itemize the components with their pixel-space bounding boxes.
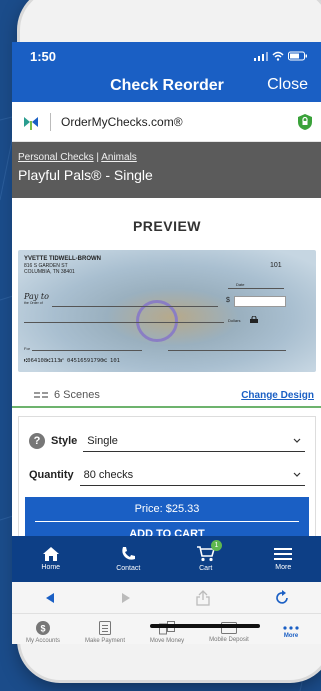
page-title: Check Reorder — [110, 77, 224, 94]
check-preview-image[interactable]: YVETTE TIDWELL-BROWN 816 S GARDEN ST COL… — [18, 250, 316, 372]
browser-toolbar — [12, 582, 321, 614]
check-micr-line: ⑆064108⑆113⑈ 04516591790⑆ 101 — [24, 358, 120, 364]
menu-icon — [274, 548, 293, 560]
check-date-line — [228, 288, 284, 289]
tab-my-accounts-label: My Accounts — [25, 637, 60, 644]
check-pay-to-sub: the Order of — [24, 301, 43, 305]
nav-bar: Check Reorder Close — [12, 70, 321, 102]
tab-mobile-deposit-label: Mobile Deposit — [209, 636, 249, 643]
change-design-link[interactable]: Change Design — [241, 390, 314, 401]
app-tab-bar: $ My Accounts Make Payment Move Money Mo… — [12, 614, 321, 644]
tab-more-label: More — [275, 564, 292, 571]
scenes-count: 6 Scenes — [20, 389, 100, 401]
brand-bar: OrderMyChecks.com® — [12, 102, 321, 142]
tab-my-accounts[interactable]: $ My Accounts — [12, 614, 74, 644]
tab-more-app-label: More — [283, 632, 299, 639]
share-icon[interactable] — [196, 589, 210, 606]
tab-mobile-deposit[interactable]: Mobile Deposit — [198, 614, 260, 644]
accounts-icon: $ — [36, 620, 50, 635]
style-value: Single — [87, 434, 118, 447]
breadcrumb-separator: | — [96, 152, 99, 163]
check-number: 101 — [270, 262, 282, 269]
status-bar: 1:50 — [12, 42, 321, 70]
tab-home-label: Home — [41, 564, 61, 571]
reload-icon[interactable] — [274, 589, 290, 606]
tab-move-money-label: Move Money — [149, 637, 185, 644]
status-icons — [254, 51, 308, 61]
check-pay-to: Pay to — [24, 292, 49, 301]
brand-logo[interactable]: OrderMyChecks.com® — [22, 112, 183, 131]
ordermychecks-logo-icon — [24, 116, 38, 130]
check-payee-line — [52, 306, 218, 307]
battery-icon — [288, 51, 307, 61]
bottom-tab-bar: Home Contact 1 Cart More — [12, 536, 321, 582]
check-dollars-line — [24, 322, 224, 323]
check-memo-line — [32, 350, 142, 351]
back-arrow-icon[interactable] — [44, 592, 56, 604]
close-button[interactable]: Close — [267, 76, 308, 94]
brand-separator — [50, 112, 51, 131]
breadcrumb: Personal Checks | Animals — [18, 152, 316, 163]
tab-more[interactable]: More — [245, 536, 321, 582]
style-label: Style — [51, 435, 78, 447]
check-address-line2: COLUMBIA, TN 38401 — [24, 269, 75, 275]
more-dots-icon — [283, 625, 299, 630]
breadcrumb-animals[interactable]: Animals — [101, 152, 137, 163]
check-dollars-label: Dollars — [228, 318, 241, 323]
tab-cart[interactable]: 1 Cart — [167, 536, 245, 582]
secure-lock-icon — [298, 113, 312, 130]
home-icon — [42, 547, 59, 561]
status-time: 1:50 — [30, 48, 57, 64]
tab-contact-label: Contact — [116, 565, 141, 572]
check-owner-name: YVETTE TIDWELL-BROWN — [24, 256, 101, 262]
quantity-row: Quantity 80 checks — [29, 463, 305, 487]
wifi-icon — [272, 51, 284, 61]
tab-cart-label: Cart — [199, 565, 213, 572]
chevron-down-icon — [293, 472, 301, 477]
security-lock-icon — [250, 316, 258, 323]
scenes-row: 6 Scenes Change Design — [12, 384, 321, 408]
product-name: Playful Pals® - Single — [18, 167, 153, 183]
phone-icon — [122, 547, 136, 560]
scenes-label: 6 Scenes — [54, 389, 100, 401]
tab-make-payment-label: Make Payment — [84, 637, 126, 644]
style-row: ? Style Single — [29, 429, 305, 453]
tab-more-app[interactable]: More — [260, 614, 321, 644]
check-signature-line — [168, 350, 286, 351]
check-dollar-sign: $ — [226, 297, 230, 304]
tab-make-payment[interactable]: Make Payment — [74, 614, 136, 644]
cart-badge: 1 — [211, 540, 222, 551]
price-text: Price: $25.33 — [35, 497, 299, 522]
app-screen: 1:50 Check Reorder Close OrderMyChecks.c… — [12, 42, 321, 644]
payment-icon — [99, 620, 111, 635]
quantity-label: Quantity — [29, 469, 74, 481]
quantity-select[interactable]: 80 checks — [79, 464, 305, 486]
preview-heading: PREVIEW — [132, 218, 202, 234]
quantity-value: 80 checks — [83, 468, 134, 481]
product-header: Personal Checks | Animals Playful Pals® … — [12, 142, 321, 198]
help-icon[interactable]: ? — [29, 433, 45, 449]
home-indicator — [150, 624, 260, 628]
scenes-icon — [34, 392, 48, 398]
check-date-label: Date — [236, 282, 245, 287]
brand-name: OrderMyChecks.com® — [61, 114, 183, 129]
tab-home[interactable]: Home — [12, 536, 90, 582]
forward-arrow-icon[interactable] — [120, 592, 132, 604]
tab-contact[interactable]: Contact — [90, 536, 168, 582]
check-for-label: For — [24, 346, 30, 351]
style-select[interactable]: Single — [83, 430, 305, 452]
tab-move-money[interactable]: Move Money — [136, 614, 198, 644]
signal-icon — [254, 52, 268, 61]
check-amount-box — [234, 296, 286, 307]
breadcrumb-personal-checks[interactable]: Personal Checks — [18, 152, 94, 163]
chevron-down-icon — [293, 438, 301, 443]
svg-text:$: $ — [40, 623, 45, 633]
